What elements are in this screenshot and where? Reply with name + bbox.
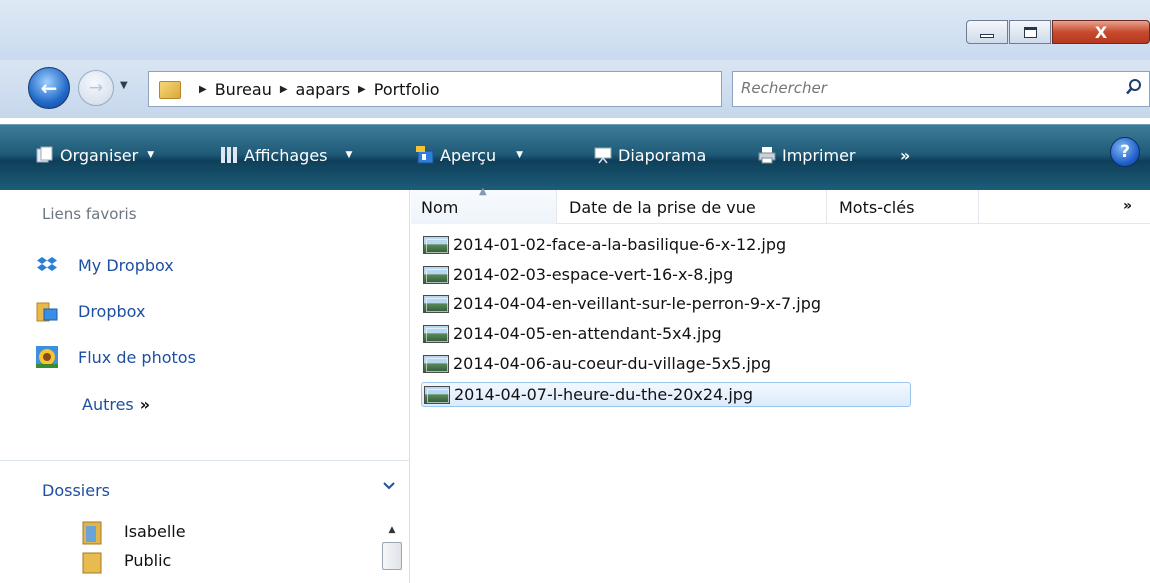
preview-icon <box>416 146 434 164</box>
search-input[interactable] <box>741 79 1101 97</box>
dropbox-icon <box>36 254 58 276</box>
file-name: 2014-02-03-espace-vert-16-x-8.jpg <box>453 265 734 284</box>
slideshow-icon <box>594 146 612 164</box>
favorites-header: Liens favoris <box>42 205 137 223</box>
file-name: 2014-04-04-en-veillant-sur-le-perron-9-x… <box>453 294 822 313</box>
folder-item-isabelle[interactable]: Isabelle <box>82 518 186 545</box>
folder-icon <box>82 549 104 574</box>
forward-button[interactable]: → <box>78 70 114 106</box>
folder-label: Isabelle <box>124 521 186 541</box>
title-bar: X <box>0 0 1150 60</box>
file-row-selected[interactable]: 2014-04-07-l-heure-du-the-20x24.jpg <box>421 382 911 407</box>
close-button[interactable]: X <box>1052 20 1150 44</box>
organiser-label: Organiser <box>60 145 139 165</box>
breadcrumb-bureau[interactable]: Bureau <box>215 80 272 99</box>
organize-icon <box>36 146 54 164</box>
breadcrumb-aapars[interactable]: aapars <box>296 80 350 99</box>
maximize-icon <box>1023 26 1037 38</box>
image-file-icon <box>424 385 450 404</box>
favorite-flux-de-photos[interactable]: Flux de photos <box>36 343 196 371</box>
address-bar[interactable]: ▶ Bureau ▶ aapars ▶ Portfolio ▼ ⇆ <box>148 71 853 107</box>
forward-arrow-icon: → <box>88 78 104 98</box>
back-button[interactable]: ← <box>28 67 70 109</box>
help-button[interactable]: ? <box>1110 137 1140 167</box>
column-label: Nom <box>421 197 459 217</box>
chevron-down-icon: ▼ <box>345 150 353 160</box>
file-row[interactable]: 2014-04-06-au-coeur-du-village-5x5.jpg <box>421 351 911 376</box>
navigation-scrollbar[interactable]: ▲ <box>380 520 404 583</box>
chevron-down-icon: ▼ <box>147 150 155 160</box>
apercu-label: Aperçu <box>440 145 497 165</box>
file-row[interactable]: 2014-01-02-face-a-la-basilique-6-x-12.jp… <box>421 232 911 257</box>
favorite-my-dropbox[interactable]: My Dropbox <box>36 251 174 279</box>
image-file-icon <box>423 235 449 254</box>
file-list-pane: ▲ Nom Date de la prise de vue Mots-clés … <box>411 186 1150 583</box>
file-row[interactable]: 2014-04-04-en-veillant-sur-le-perron-9-x… <box>421 291 911 316</box>
favorite-label: Flux de photos <box>78 347 196 367</box>
favorite-label: Dropbox <box>78 301 146 321</box>
file-name: 2014-01-02-face-a-la-basilique-6-x-12.jp… <box>453 235 787 254</box>
image-file-icon <box>423 324 449 343</box>
chevron-down-icon[interactable] <box>383 479 395 495</box>
breadcrumb-separator-icon[interactable]: ▶ <box>280 84 288 95</box>
printer-icon <box>758 146 776 164</box>
column-header-mots-cles[interactable]: Mots-clés <box>827 190 979 224</box>
divider <box>0 460 410 461</box>
sort-ascending-icon: ▲ <box>479 186 487 197</box>
imprimer-button[interactable]: Imprimer <box>758 141 856 169</box>
minimize-button[interactable] <box>966 20 1008 44</box>
search-box[interactable] <box>732 71 1150 107</box>
image-file-icon <box>423 294 449 313</box>
file-row[interactable]: 2014-02-03-espace-vert-16-x-8.jpg <box>421 262 911 287</box>
apercu-button[interactable]: Aperçu ▼ <box>416 141 523 169</box>
scroll-up-icon[interactable]: ▲ <box>380 520 404 540</box>
favorite-dropbox[interactable]: Dropbox <box>36 297 145 325</box>
column-header-row: ▲ Nom Date de la prise de vue Mots-clés … <box>411 186 1150 224</box>
minimize-icon <box>980 34 994 38</box>
image-file-icon <box>423 265 449 284</box>
close-icon: X <box>1094 22 1108 42</box>
sunflower-icon <box>36 346 58 368</box>
recent-pages-dropdown[interactable]: ▼ <box>120 80 128 91</box>
affichages-label: Affichages <box>244 145 328 165</box>
navigation-pane: Liens favoris My Dropbox Dropbox Flux de… <box>0 190 410 583</box>
maximize-button[interactable] <box>1009 20 1051 44</box>
file-name: 2014-04-05-en-attendant-5x4.jpg <box>453 324 722 343</box>
chevron-down-icon: ▼ <box>516 150 524 160</box>
breadcrumb-separator-icon[interactable]: ▶ <box>199 84 207 95</box>
folder-icon <box>36 300 58 322</box>
more-commands-button[interactable]: » <box>900 141 910 169</box>
column-label: Date de la prise de vue <box>569 197 756 217</box>
organiser-button[interactable]: Organiser ▼ <box>36 141 154 169</box>
help-icon: ? <box>1120 142 1130 162</box>
file-name: 2014-04-07-l-heure-du-the-20x24.jpg <box>454 385 754 404</box>
column-header-date[interactable]: Date de la prise de vue <box>557 190 827 224</box>
views-icon <box>220 146 238 164</box>
double-chevron-icon: » <box>139 395 151 414</box>
search-icon[interactable] <box>1125 78 1143 96</box>
folders-header[interactable]: Dossiers <box>42 481 110 500</box>
back-arrow-icon: ← <box>40 76 58 100</box>
column-header-nom[interactable]: ▲ Nom <box>411 186 557 224</box>
column-label: Mots-clés <box>839 197 915 217</box>
command-toolbar: Organiser ▼ Affichages ▼ Aperçu ▼ Diapor… <box>0 124 1150 190</box>
diaporama-button[interactable]: Diaporama <box>594 141 706 169</box>
affichages-button[interactable]: Affichages ▼ <box>220 141 352 169</box>
breadcrumb-portfolio[interactable]: Portfolio <box>374 80 440 99</box>
diaporama-label: Diaporama <box>618 145 707 165</box>
breadcrumb-separator-icon[interactable]: ▶ <box>358 84 366 95</box>
more-columns-icon[interactable]: » <box>1123 198 1132 214</box>
folder-item-public[interactable]: Public <box>82 547 172 574</box>
more-favorites-label: Autres <box>82 395 134 414</box>
more-favorites-link[interactable]: Autres » <box>82 395 150 414</box>
file-row[interactable]: 2014-04-05-en-attendant-5x4.jpg <box>421 321 911 346</box>
user-folder-icon <box>82 520 104 545</box>
scrollbar-thumb[interactable] <box>382 542 402 570</box>
file-name: 2014-04-06-au-coeur-du-village-5x5.jpg <box>453 354 772 373</box>
image-file-icon <box>423 354 449 373</box>
favorite-label: My Dropbox <box>78 255 174 275</box>
imprimer-label: Imprimer <box>782 145 856 165</box>
folder-icon <box>159 79 183 99</box>
folder-label: Public <box>124 550 172 570</box>
